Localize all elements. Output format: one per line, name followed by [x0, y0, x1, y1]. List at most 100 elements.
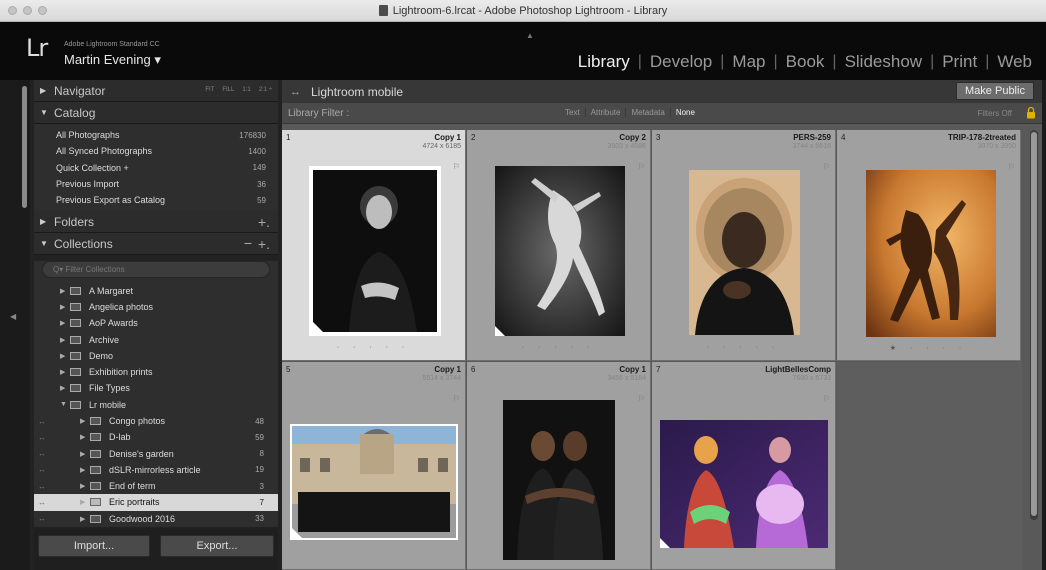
collection-item[interactable]: ▶ Archive	[34, 331, 278, 347]
collection-item[interactable]: ↔ ▶ dSLR-mirrorless article 19	[34, 462, 278, 478]
collection-item[interactable]: ↔ ▶ Goodwood 2016 33	[34, 511, 278, 527]
disclosure-triangle-icon[interactable]: ▶	[60, 319, 70, 327]
photo-thumbnail[interactable]	[689, 170, 800, 335]
photo-cell[interactable]: 3 PERS-259 3744 x 5616 ⚐ · · · · ·	[652, 130, 836, 361]
folders-header[interactable]: ▶ Folders +.	[34, 211, 278, 234]
photo-thumbnail[interactable]	[866, 170, 996, 337]
remove-collection-button[interactable]: −	[244, 235, 252, 251]
photo-thumbnail[interactable]	[660, 420, 828, 548]
zoom-1-1[interactable]: 1:1	[242, 87, 250, 93]
disclosure-triangle-icon[interactable]: ▶	[80, 417, 90, 425]
module-book[interactable]: Book	[778, 52, 833, 72]
collection-item[interactable]: ▶ AoP Awards	[34, 315, 278, 331]
catalog-item[interactable]: Quick Collection +149	[34, 160, 278, 176]
right-panel-toggle-strip[interactable]	[1042, 80, 1046, 570]
flag-icon[interactable]: ⚐	[638, 394, 645, 403]
flag-icon[interactable]: ⚐	[823, 162, 830, 171]
photo-cell[interactable]: 4 TRIP-178-2treated 3070 x 3950 ⚐ ★ · · …	[837, 130, 1021, 361]
disclosure-triangle-icon[interactable]: ▶	[60, 352, 70, 360]
disclosure-triangle-icon[interactable]: ▶	[80, 482, 90, 490]
navigator-header[interactable]: ▶ Navigator FIT FILL 1:1 2:1 ÷	[34, 80, 278, 102]
disclosure-triangle-icon[interactable]: ▼	[60, 401, 70, 408]
photo-cell[interactable]: 1 Copy 1 4724 x 6185 ⚐ · · · · ·	[282, 130, 466, 361]
collection-label: A Margaret	[89, 285, 134, 296]
disclosure-triangle-icon[interactable]: ▶	[60, 336, 70, 344]
disclosure-triangle-icon[interactable]: ▶	[60, 303, 70, 311]
catalog-item[interactable]: Previous Import 36	[34, 176, 278, 192]
import-export-bar: Import... Export...	[34, 528, 278, 570]
collection-item[interactable]: ▶ Exhibition prints	[34, 364, 278, 380]
collection-item[interactable]: ▶ Angelica photos	[34, 299, 278, 315]
collection-item[interactable]: ↔ ▶ End of term 3	[34, 478, 278, 494]
module-web[interactable]: Web	[989, 52, 1040, 72]
zoom-2-1[interactable]: 2:1 ÷	[259, 87, 272, 93]
left-panel-scrollbar[interactable]	[22, 86, 27, 208]
module-print[interactable]: Print	[934, 52, 985, 72]
flag-icon[interactable]: ⚐	[1008, 162, 1015, 171]
module-map[interactable]: Map	[724, 52, 773, 72]
collection-item[interactable]: ▼ Lr mobile	[34, 397, 278, 413]
flag-icon[interactable]: ⚐	[453, 162, 460, 171]
close-window-button[interactable]	[8, 6, 17, 15]
collection-item[interactable]: ▶ File Types	[34, 380, 278, 396]
collection-item[interactable]: ↔ ▶ Eric portraits 7	[34, 494, 278, 511]
disclosure-triangle-icon[interactable]: ▶	[60, 384, 70, 392]
minimize-window-button[interactable]	[23, 6, 32, 15]
photo-cell[interactable]: 7 LightBellesComp 7680 x 5733 ⚐	[652, 362, 836, 570]
disclosure-triangle-icon[interactable]: ▶	[80, 466, 90, 474]
flag-icon[interactable]: ⚐	[453, 394, 460, 403]
catalog-item[interactable]: All Synced Photographs 1400	[34, 143, 278, 159]
user-name[interactable]: Martin Evening ▾	[64, 52, 161, 68]
make-public-button[interactable]: Make Public	[956, 82, 1034, 100]
collections-header[interactable]: ▼ Collections − +.	[34, 233, 278, 256]
add-folder-button[interactable]: +.	[258, 214, 270, 230]
catalog-header[interactable]: ▼ Catalog	[34, 102, 278, 124]
disclosure-triangle-icon[interactable]: ▶	[80, 433, 90, 441]
photo-thumbnail[interactable]	[309, 166, 441, 336]
lock-icon[interactable]	[1026, 106, 1036, 119]
export-button[interactable]: Export...	[160, 535, 274, 557]
module-develop[interactable]: Develop	[642, 52, 720, 72]
collapse-triangle-icon: ▼	[40, 239, 48, 249]
window-controls[interactable]	[8, 6, 47, 15]
disclosure-triangle-icon[interactable]: ▶	[80, 515, 90, 523]
top-panel-toggle-icon[interactable]: ▲	[526, 31, 534, 40]
collection-item[interactable]: ▶ Demo	[34, 348, 278, 364]
disclosure-triangle-icon[interactable]: ▶	[60, 287, 70, 295]
grid-scrollbar[interactable]	[1030, 130, 1038, 520]
zoom-fill[interactable]: FILL	[222, 87, 234, 93]
collection-item[interactable]: ▶ A Margaret	[34, 282, 278, 298]
collection-item[interactable]: ↔ ▶ Congo photos 48	[34, 413, 278, 429]
catalog-item[interactable]: Previous Export as Catalog 59	[34, 192, 278, 208]
module-library[interactable]: Library	[570, 52, 638, 72]
zoom-fit[interactable]: FIT	[205, 87, 214, 93]
disclosure-triangle-icon[interactable]: ▶	[80, 450, 90, 458]
filter-attribute[interactable]: Attribute	[586, 108, 627, 117]
back-arrow-icon[interactable]: ↔	[290, 86, 301, 98]
disclosure-triangle-icon[interactable]: ▶	[60, 368, 70, 376]
collection-icon	[70, 335, 81, 344]
photo-cell[interactable]: 5 Copy 1 5514 x 3744 ⚐	[282, 362, 466, 570]
collection-item[interactable]: ↔ ▶ Denise's garden 8	[34, 445, 278, 461]
photo-thumbnail[interactable]	[495, 166, 625, 336]
add-collection-button[interactable]: +.	[258, 236, 270, 252]
catalog-item[interactable]: All Photographs 176830	[34, 127, 278, 143]
grid-scroll-thumb[interactable]	[1031, 132, 1037, 516]
collection-item[interactable]: ↔ ▶ D-lab 59	[34, 429, 278, 445]
filter-none[interactable]: None	[671, 108, 700, 117]
import-button[interactable]: Import...	[38, 535, 150, 557]
zoom-window-button[interactable]	[38, 6, 47, 15]
disclosure-triangle-icon[interactable]: ▶	[80, 498, 90, 506]
filter-text[interactable]: Text	[560, 108, 586, 117]
collapse-left-icon[interactable]: ◀	[10, 312, 16, 321]
photo-cell[interactable]: 2 Copy 2 3503 x 4586 ⚐ · · · · ·	[467, 130, 651, 361]
module-slideshow[interactable]: Slideshow	[837, 52, 931, 72]
filters-off-toggle[interactable]: Filters Off	[977, 109, 1012, 118]
flag-icon[interactable]: ⚐	[638, 162, 645, 171]
flag-icon[interactable]: ⚐	[823, 394, 830, 403]
photo-thumbnail[interactable]	[290, 424, 458, 540]
photo-cell[interactable]: 6 Copy 1 3456 x 5184 ⚐	[467, 362, 651, 570]
filter-metadata[interactable]: Metadata	[626, 108, 671, 117]
collection-filter-input[interactable]: Q▾ Filter Collections	[42, 261, 270, 279]
photo-thumbnail[interactable]	[503, 400, 615, 560]
